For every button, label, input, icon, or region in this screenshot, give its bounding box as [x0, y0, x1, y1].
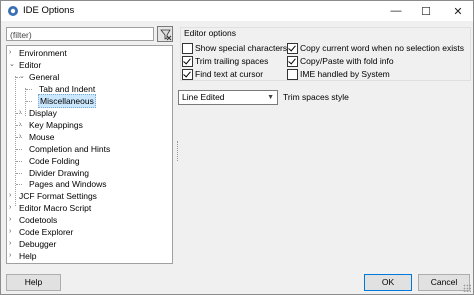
ide-options-window: IDE Options — ☐ ✕ (filter) › Environment ⌄…	[0, 0, 474, 295]
close-button[interactable]: ✕	[443, 1, 473, 21]
tree-item-label: Key Mappings	[29, 119, 83, 130]
editor-options-title: Editor options	[184, 28, 236, 38]
resize-grip[interactable]	[463, 284, 471, 292]
window-title: IDE Options	[23, 5, 75, 16]
collapsed-icon[interactable]: ›	[9, 226, 11, 238]
tree-item-label: Divider Drawing	[29, 167, 89, 178]
collapsed-icon[interactable]: ›	[9, 190, 11, 202]
tree-connector	[16, 136, 22, 138]
ok-button[interactable]: OK	[364, 274, 412, 291]
clear-filter-icon	[160, 29, 172, 41]
options-tree[interactable]: › Environment ⌄ Editor ⌄ General Tab and Inden…	[6, 45, 173, 264]
chevron-down-icon: ▼	[267, 94, 274, 101]
checkbox-unchecked-icon[interactable]	[182, 43, 193, 54]
maximize-button[interactable]: ☐	[411, 1, 441, 21]
tree-connector	[16, 112, 22, 114]
tree-connector	[16, 172, 22, 174]
checkbox-checked-icon[interactable]	[182, 56, 193, 67]
option-label: IME handled by System	[300, 69, 390, 79]
option-label: Copy current word when no selection exis…	[300, 43, 464, 53]
tree-item-label: Codetools	[19, 215, 58, 226]
tree-item-label: Code Explorer	[19, 227, 74, 238]
tree-connector	[16, 124, 22, 126]
collapsed-icon[interactable]: ›	[9, 250, 11, 262]
collapsed-icon[interactable]: ›	[9, 47, 11, 59]
tree-connector	[16, 76, 22, 78]
tree-item-label: Completion and Hints	[29, 143, 111, 154]
collapsed-icon[interactable]: ›	[9, 202, 11, 214]
tree-item-label: Help	[19, 251, 37, 262]
tree-connector	[16, 148, 22, 150]
tree-item-label: Miscellaneous	[38, 93, 96, 108]
option-label: Trim trailing spaces	[195, 56, 269, 66]
trim-style-label: Trim spaces style	[283, 92, 349, 102]
tree-item-label: Mouse	[29, 131, 55, 142]
tree-item-label: General	[29, 71, 60, 82]
clear-filter-button[interactable]	[157, 26, 173, 42]
trim-style-value: Line Edited	[182, 92, 225, 102]
checkbox-unchecked-icon[interactable]	[287, 69, 298, 80]
checkbox-checked-icon[interactable]	[287, 56, 298, 67]
tree-connector	[15, 76, 16, 206]
trim-style-select[interactable]: Line Edited ▼	[178, 90, 278, 105]
title-bar: IDE Options — ☐ ✕	[1, 1, 473, 21]
tree-connector	[16, 184, 22, 186]
collapsed-icon[interactable]: ›	[9, 214, 11, 226]
tree-item-label: Code Folding	[29, 155, 80, 166]
tree-item-label: JCF Format Settings	[19, 191, 97, 202]
checkbox-checked-icon[interactable]	[182, 69, 193, 80]
tree-connector	[16, 160, 22, 162]
tree-item-label: Editor Macro Script	[19, 203, 92, 214]
minimize-button[interactable]: —	[381, 1, 411, 21]
tree-item-label: Debugger	[19, 239, 57, 250]
tree-item-label: Display	[29, 107, 57, 118]
pane-splitter[interactable]	[177, 141, 179, 161]
tree-item-label: Editor	[19, 59, 42, 70]
expanded-icon[interactable]: ⌄	[9, 59, 15, 71]
help-button[interactable]: Help	[6, 274, 61, 291]
tree-item-label: Environment	[19, 48, 67, 58]
option-label: Show special characters	[195, 43, 288, 53]
collapsed-icon[interactable]: ›	[9, 238, 11, 250]
option-label: Copy/Paste with fold info	[300, 56, 394, 66]
option-label: Find text at cursor	[195, 69, 264, 79]
app-icon	[8, 6, 18, 16]
tree-connector	[26, 88, 32, 90]
filter-input[interactable]: (filter)	[6, 27, 154, 41]
tree-connector	[26, 100, 32, 102]
checkbox-checked-icon[interactable]	[287, 43, 298, 54]
tree-item-label: Pages and Windows	[29, 179, 107, 190]
tree-connector	[25, 88, 26, 116]
